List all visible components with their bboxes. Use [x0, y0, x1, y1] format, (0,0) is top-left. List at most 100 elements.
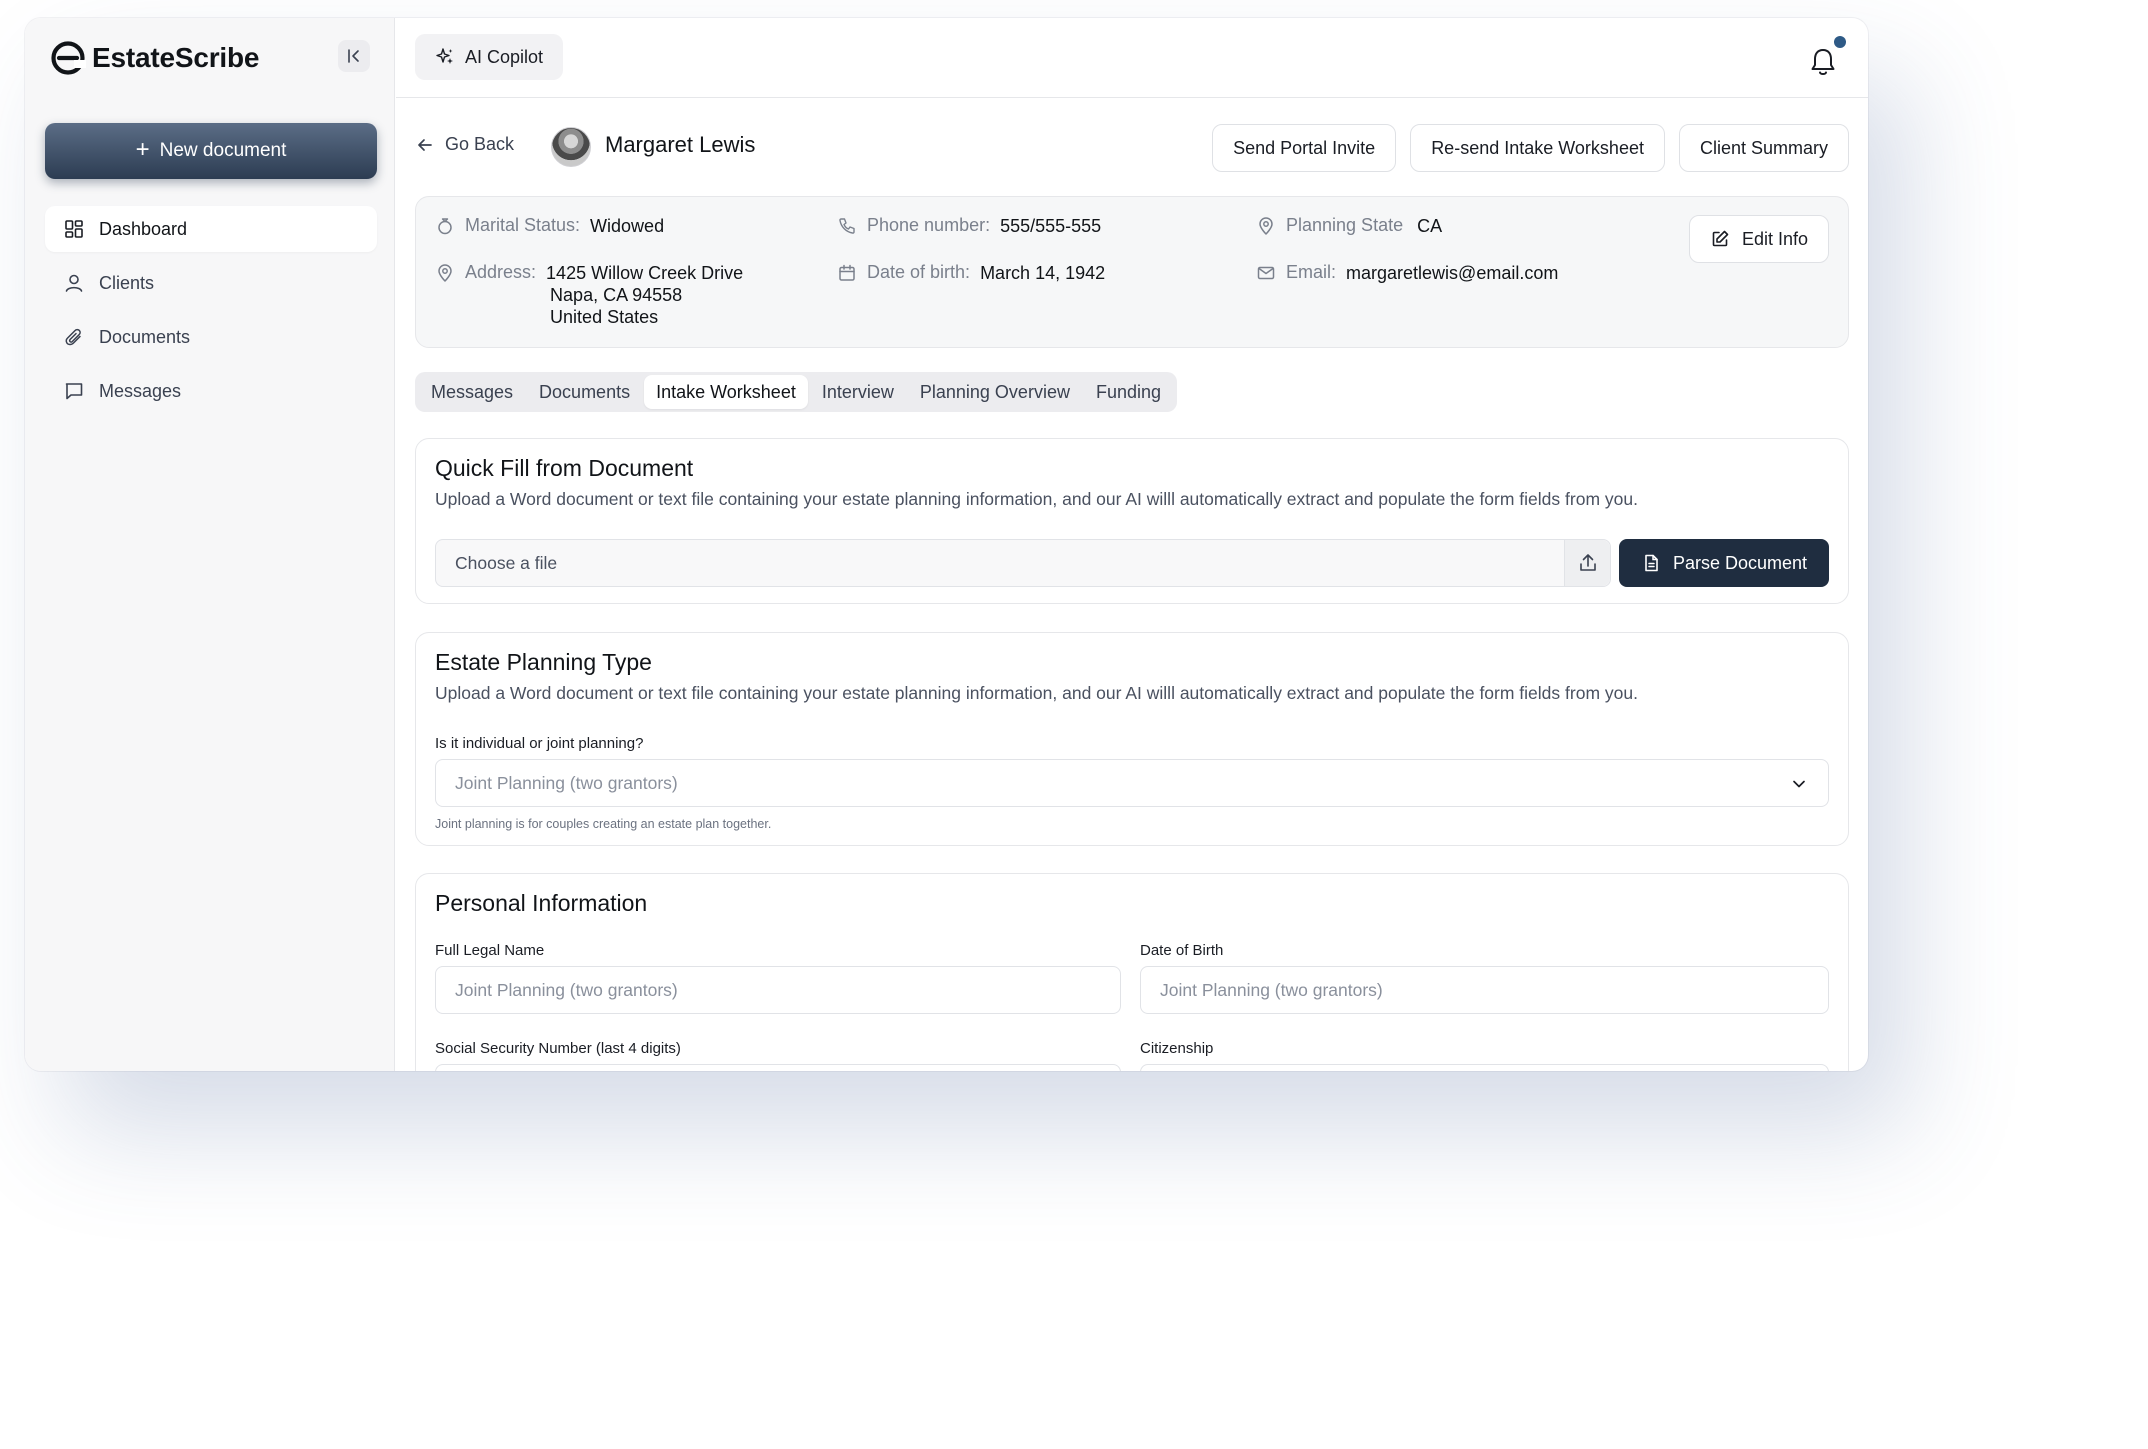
address: Address: 1425 Willow Creek Drive Napa, C… [435, 262, 743, 328]
planning-state-value: CA [1417, 216, 1443, 236]
address-line2: Napa, CA 94558 [550, 285, 683, 305]
tab-planning-overview[interactable]: Planning Overview [908, 375, 1082, 409]
sidebar-item-label: Dashboard [99, 218, 188, 239]
go-back-button[interactable]: Go Back [415, 134, 514, 155]
client-tabs: Messages Documents Intake Worksheet Inte… [415, 372, 1178, 412]
upload-button[interactable] [1564, 540, 1610, 586]
client-header: Go Back Margaret Lewis Send Portal Invit… [415, 124, 1849, 174]
ssn-field[interactable] [435, 1064, 1121, 1071]
client-name: Margaret Lewis [605, 132, 756, 157]
marital-status-label: Marital Status: [465, 215, 581, 235]
marital-status-value: Widowed [590, 216, 665, 236]
ssn-label: Social Security Number (last 4 digits) [435, 1040, 681, 1057]
dob-value: March 14, 1942 [980, 263, 1106, 283]
sidebar-item-dashboard[interactable]: Dashboard [45, 206, 377, 252]
brand[interactable]: EstateScribe [50, 38, 259, 78]
sidebar-nav: Dashboard Clients Documents Messages [45, 206, 377, 422]
ai-copilot-button[interactable]: AI Copilot [415, 34, 564, 80]
sidebar-item-clients[interactable]: Clients [45, 260, 377, 306]
email: Email: margaretlewis@email.com [1256, 262, 1558, 284]
tab-messages[interactable]: Messages [419, 375, 525, 409]
full-name-field[interactable]: Joint Planning (two grantors) [435, 966, 1121, 1014]
brand-name: EstateScribe [92, 42, 260, 73]
address-label: Address: [465, 262, 537, 282]
citizenship-label: Citizenship [1140, 1040, 1214, 1057]
date-of-birth-field[interactable]: Joint Planning (two grantors) [1140, 966, 1829, 1014]
tab-documents[interactable]: Documents [527, 375, 642, 409]
parse-document-button[interactable]: Parse Document [1619, 539, 1829, 587]
edit-info-button[interactable]: Edit Info [1688, 215, 1829, 263]
marital-status: Marital Status: Widowed [435, 215, 664, 237]
citizenship-field[interactable] [1140, 1064, 1829, 1071]
chevron-down-icon [1793, 780, 1805, 788]
full-name-placeholder: Joint Planning (two grantors) [455, 979, 678, 1000]
message-icon [65, 383, 83, 400]
ai-copilot-label: AI Copilot [465, 46, 544, 67]
address-line1: 1425 Willow Creek Drive [546, 263, 744, 283]
sidebar-item-label: Clients [99, 272, 155, 293]
plus-icon: + [135, 136, 150, 163]
planning-type-selected: Joint Planning (two grantors) [455, 772, 678, 793]
resend-intake-worksheet-button[interactable]: Re-send Intake Worksheet [1410, 124, 1665, 172]
tab-interview[interactable]: Interview [810, 375, 906, 409]
user-icon [65, 274, 83, 292]
app-window: EstateScribe + New document Dashboard Cl… [25, 18, 1868, 1071]
planning-type-select[interactable]: Joint Planning (two grantors) [435, 759, 1829, 807]
new-document-label: New document [159, 140, 287, 161]
planning-type-hint: Joint planning is for couples creating a… [435, 817, 772, 831]
location-pin-icon [438, 264, 452, 282]
sidebar-item-label: Documents [99, 326, 191, 347]
ring-icon [438, 218, 452, 235]
email-label: Email: [1286, 262, 1337, 282]
address-line3: United States [550, 307, 659, 327]
sidebar-item-messages[interactable]: Messages [45, 368, 377, 414]
personal-info-title: Personal Information [435, 890, 648, 916]
collapse-left-icon [348, 49, 359, 63]
tab-intake-worksheet[interactable]: Intake Worksheet [644, 375, 808, 409]
quick-fill-title: Quick Fill from Document [435, 455, 694, 481]
phone-value: 555/555-555 [1000, 216, 1102, 236]
planning-state-label: Planning State [1286, 215, 1404, 235]
document-icon [1645, 554, 1658, 572]
phone-label: Phone number: [867, 215, 991, 235]
sparkles-icon [436, 48, 453, 64]
personal-information-card: Personal Information Full Legal Name Joi… [415, 873, 1849, 1071]
dob-label: Date of birth: [867, 262, 971, 282]
phone-number: Phone number: 555/555-555 [837, 215, 1101, 237]
date-of-birth: Date of birth: March 14, 1942 [837, 262, 1105, 284]
client-summary-button[interactable]: Client Summary [1678, 124, 1849, 172]
go-back-label: Go Back [445, 134, 515, 154]
tab-funding[interactable]: Funding [1084, 375, 1173, 409]
estate-type-description: Upload a Word document or text file cont… [435, 683, 1638, 703]
planning-type-question: Is it individual or joint planning? [435, 735, 644, 752]
paperclip-icon [65, 328, 81, 346]
email-value: margaretlewis@email.com [1346, 263, 1559, 283]
send-portal-invite-button[interactable]: Send Portal Invite [1212, 124, 1397, 172]
notification-dot [1834, 36, 1846, 48]
phone-icon [839, 218, 855, 234]
address-value: 1425 Willow Creek Drive Napa, CA 94558 U… [546, 262, 743, 328]
dob-placeholder: Joint Planning (two grantors) [1160, 979, 1383, 1000]
estate-planning-type-card: Estate Planning Type Upload a Word docum… [415, 632, 1849, 846]
collapse-sidebar-button[interactable] [338, 40, 370, 72]
file-input-placeholder: Choose a file [455, 553, 558, 573]
topbar: AI Copilot [396, 18, 1868, 98]
sidebar-item-documents[interactable]: Documents [45, 314, 377, 360]
bell-icon[interactable] [1805, 44, 1841, 80]
sidebar-item-label: Messages [99, 380, 182, 401]
main-content: AI Copilot Go Back Margaret Lewis Send P… [396, 18, 1868, 1071]
parse-document-label: Parse Document [1672, 552, 1808, 573]
sidebar: EstateScribe + New document Dashboard Cl… [25, 18, 395, 1071]
quick-fill-description: Upload a Word document or text file cont… [435, 489, 1638, 509]
new-document-button[interactable]: + New document [45, 123, 377, 179]
full-name-label: Full Legal Name [435, 942, 545, 959]
estatescribe-logo-icon [51, 41, 86, 75]
file-input[interactable]: Choose a file [435, 539, 1611, 587]
dashboard-icon [65, 220, 83, 238]
dob-field-label: Date of Birth [1140, 942, 1224, 959]
upload-icon [1579, 554, 1596, 571]
edit-info-label: Edit Info [1741, 228, 1808, 249]
client-info-card: Marital Status: Widowed Phone number: 55… [415, 196, 1849, 348]
quick-fill-card: Quick Fill from Document Upload a Word d… [415, 438, 1849, 604]
calendar-icon [839, 264, 855, 281]
